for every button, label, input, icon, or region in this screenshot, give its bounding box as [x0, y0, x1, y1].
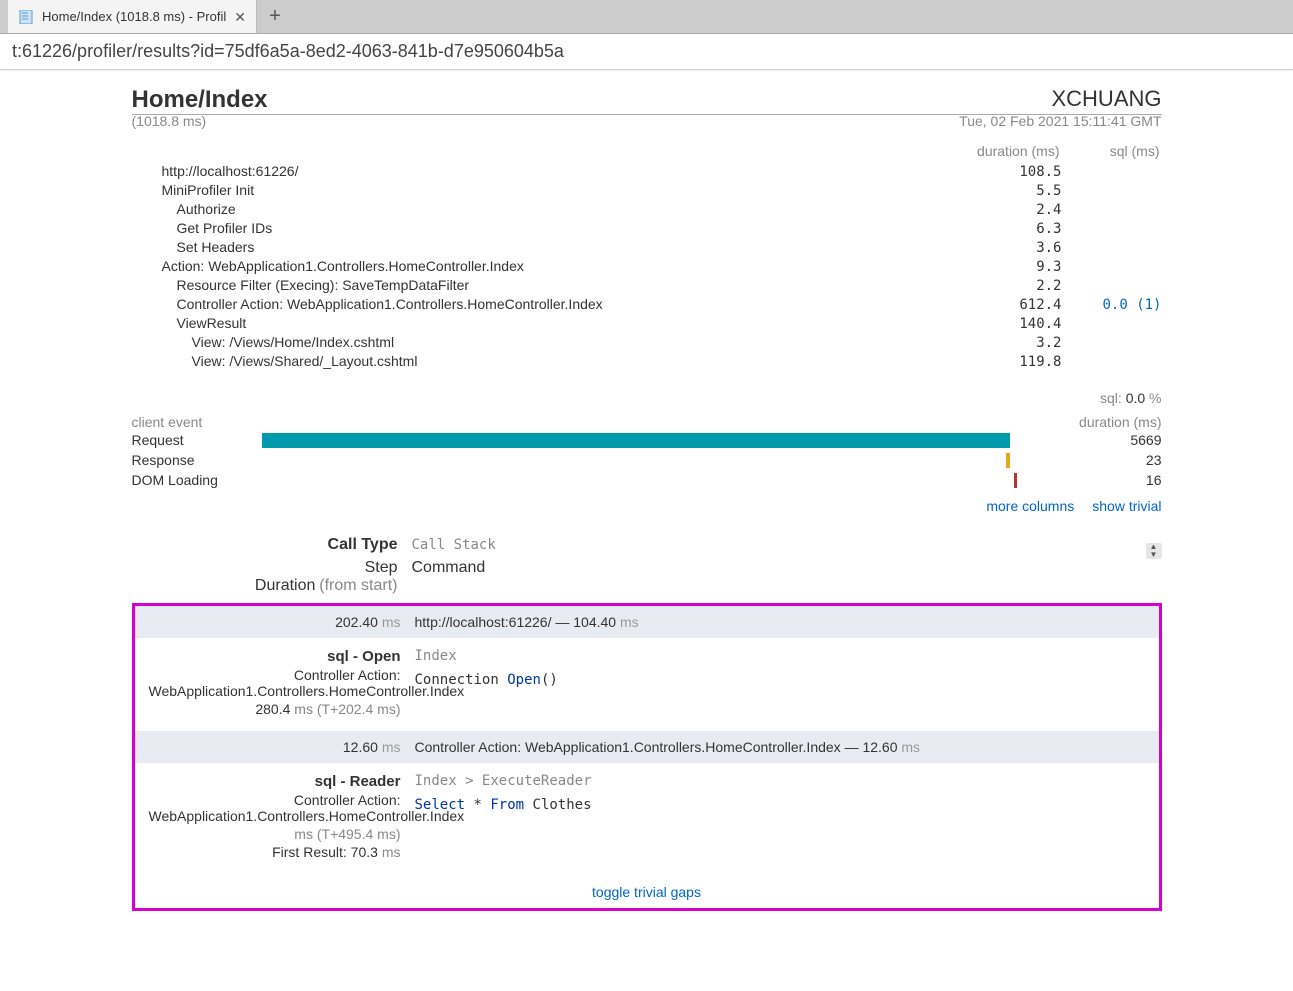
profiler-row[interactable]: View: /Views/Home/Index.cshtml3.2 — [132, 334, 1162, 353]
query-type: sql - Reader — [149, 773, 401, 790]
row-duration: 2.2 — [962, 278, 1062, 294]
row-label: View: /Views/Shared/_Layout.cshtml — [132, 353, 962, 369]
row-duration: 5.5 — [962, 183, 1062, 199]
url-bar[interactable]: t:61226/profiler/results?id=75df6a5a-8ed… — [0, 34, 1293, 70]
show-trivial-link[interactable]: show trivial — [1092, 498, 1161, 514]
row-duration: 140.4 — [962, 316, 1062, 332]
timing-value: 23 — [1042, 452, 1162, 468]
timing-bar — [1014, 473, 1017, 488]
column-duration: duration (ms) — [960, 143, 1060, 159]
profiler-row[interactable]: MiniProfiler Init5.5 — [132, 182, 1162, 201]
timing-label: Request — [132, 432, 262, 448]
row-label: MiniProfiler Init — [132, 182, 962, 198]
from-start-label: (from start) — [319, 577, 397, 594]
query-block: sql - Reader Controller Action: WebAppli… — [135, 763, 1159, 874]
query-step: Controller Action: WebApplication1.Contr… — [149, 667, 401, 699]
profiler-row[interactable]: Action: WebApplication1.Controllers.Home… — [132, 258, 1162, 277]
user-label: XCHUANG — [1051, 86, 1161, 112]
more-columns-link[interactable]: more columns — [986, 498, 1074, 514]
gap-row: 12.60 ms Controller Action: WebApplicati… — [135, 731, 1159, 763]
call-headers: Call Type Call Stack ▲▼ Step Command Dur… — [132, 536, 1162, 595]
row-label: http://localhost:61226/ — [132, 163, 962, 179]
timing-bar — [262, 433, 1011, 448]
profiler-row[interactable]: Resource Filter (Execing): SaveTempDataF… — [132, 277, 1162, 296]
page-title: Home/Index — [132, 86, 268, 114]
row-label: Action: WebApplication1.Controllers.Home… — [132, 258, 962, 274]
profiler-row[interactable]: Authorize2.4 — [132, 201, 1162, 220]
gap-row: 202.40 ms http://localhost:61226/ — 104.… — [135, 606, 1159, 638]
query-stack: Index > ExecuteReader — [415, 773, 1145, 789]
timing-label: Response — [132, 452, 262, 468]
row-label: ViewResult — [132, 315, 962, 331]
timing-value: 5669 — [1042, 432, 1162, 448]
client-duration-header: duration (ms) — [1042, 414, 1162, 430]
profiler-row[interactable]: Get Profiler IDs6.3 — [132, 220, 1162, 239]
close-icon[interactable]: ✕ — [234, 10, 246, 24]
query-command: Connection Open() — [415, 672, 1145, 688]
row-sql[interactable]: 0.0 (1) — [1062, 297, 1162, 313]
query-first-result: First Result: 70.3 ms — [149, 844, 401, 860]
query-stack: Index — [415, 648, 1145, 664]
row-duration: 119.8 — [962, 354, 1062, 370]
timing-label: DOM Loading — [132, 472, 262, 488]
command-label: Command — [412, 559, 1132, 577]
browser-tab-bar: Home/Index (1018.8 ms) - Profil ✕ + — [0, 0, 1293, 34]
row-duration: 612.4 — [962, 297, 1062, 313]
sort-stepper[interactable]: ▲▼ — [1146, 543, 1162, 559]
timing-header: client event duration (ms) — [132, 414, 1162, 430]
column-sql: sql (ms) — [1060, 143, 1160, 159]
timing-bar — [1006, 453, 1010, 468]
toggle-trivial-gaps: toggle trivial gaps — [135, 884, 1159, 900]
new-tab-button[interactable]: + — [257, 0, 293, 33]
row-duration: 6.3 — [962, 221, 1062, 237]
query-type: sql - Open — [149, 648, 401, 665]
page-icon — [18, 9, 34, 25]
timing-row: DOM Loading 16 — [132, 470, 1162, 490]
timing-rows: Request 5669 Response 23 DOM Loading 16 — [132, 430, 1162, 490]
call-type-label: Call Type — [328, 536, 398, 553]
timing-row: Request 5669 — [132, 430, 1162, 450]
row-label: View: /Views/Home/Index.cshtml — [132, 334, 962, 350]
client-event-header: client event — [132, 414, 262, 430]
row-duration: 3.6 — [962, 240, 1062, 256]
profiler-row[interactable]: ViewResult140.4 — [132, 315, 1162, 334]
row-label: Resource Filter (Execing): SaveTempDataF… — [132, 277, 962, 293]
query-command: Select * From Clothes — [415, 797, 1145, 813]
step-label: Step — [365, 559, 398, 576]
profiler-row[interactable]: Controller Action: WebApplication1.Contr… — [132, 296, 1162, 315]
toggle-links: more columns show trivial — [132, 498, 1162, 514]
profiler-rows: http://localhost:61226/108.5MiniProfiler… — [132, 163, 1162, 372]
row-label: Set Headers — [132, 239, 962, 255]
profiler-row[interactable]: http://localhost:61226/108.5 — [132, 163, 1162, 182]
profiler-row[interactable]: Set Headers3.6 — [132, 239, 1162, 258]
call-stack-label: Call Stack — [412, 537, 1132, 553]
timing-value: 16 — [1042, 472, 1162, 488]
row-duration: 9.3 — [962, 259, 1062, 275]
profiler-row[interactable]: View: /Views/Shared/_Layout.cshtml119.8 — [132, 353, 1162, 372]
timestamp: Tue, 02 Feb 2021 15:11:41 GMT — [959, 113, 1161, 129]
query-time: 280.4 ms (T+202.4 ms) — [149, 701, 401, 717]
browser-tab[interactable]: Home/Index (1018.8 ms) - Profil ✕ — [8, 0, 257, 33]
query-step: Controller Action: WebApplication1.Contr… — [149, 792, 401, 824]
row-label: Get Profiler IDs — [132, 220, 962, 236]
row-duration: 3.2 — [962, 335, 1062, 351]
query-time: ms (T+495.4 ms) — [149, 826, 401, 842]
sql-summary: sql: 0.0 % — [132, 390, 1162, 406]
total-duration: (1018.8 ms) — [132, 113, 207, 129]
url-text: t:61226/profiler/results?id=75df6a5a-8ed… — [12, 41, 564, 62]
columns-header: duration (ms) sql (ms) — [132, 143, 1162, 159]
duration-label: Duration — [255, 577, 315, 594]
query-list-highlight: 202.40 ms http://localhost:61226/ — 104.… — [132, 603, 1162, 911]
row-label: Controller Action: WebApplication1.Contr… — [132, 296, 962, 312]
row-duration: 108.5 — [962, 164, 1062, 180]
toggle-trivial-gaps-link[interactable]: toggle trivial gaps — [592, 884, 701, 900]
header-row: Home/Index XCHUANG — [132, 86, 1162, 115]
tab-title: Home/Index (1018.8 ms) - Profil — [42, 9, 226, 24]
row-label: Authorize — [132, 201, 962, 217]
timing-row: Response 23 — [132, 450, 1162, 470]
row-duration: 2.4 — [962, 202, 1062, 218]
query-block: sql - Open Controller Action: WebApplica… — [135, 638, 1159, 731]
